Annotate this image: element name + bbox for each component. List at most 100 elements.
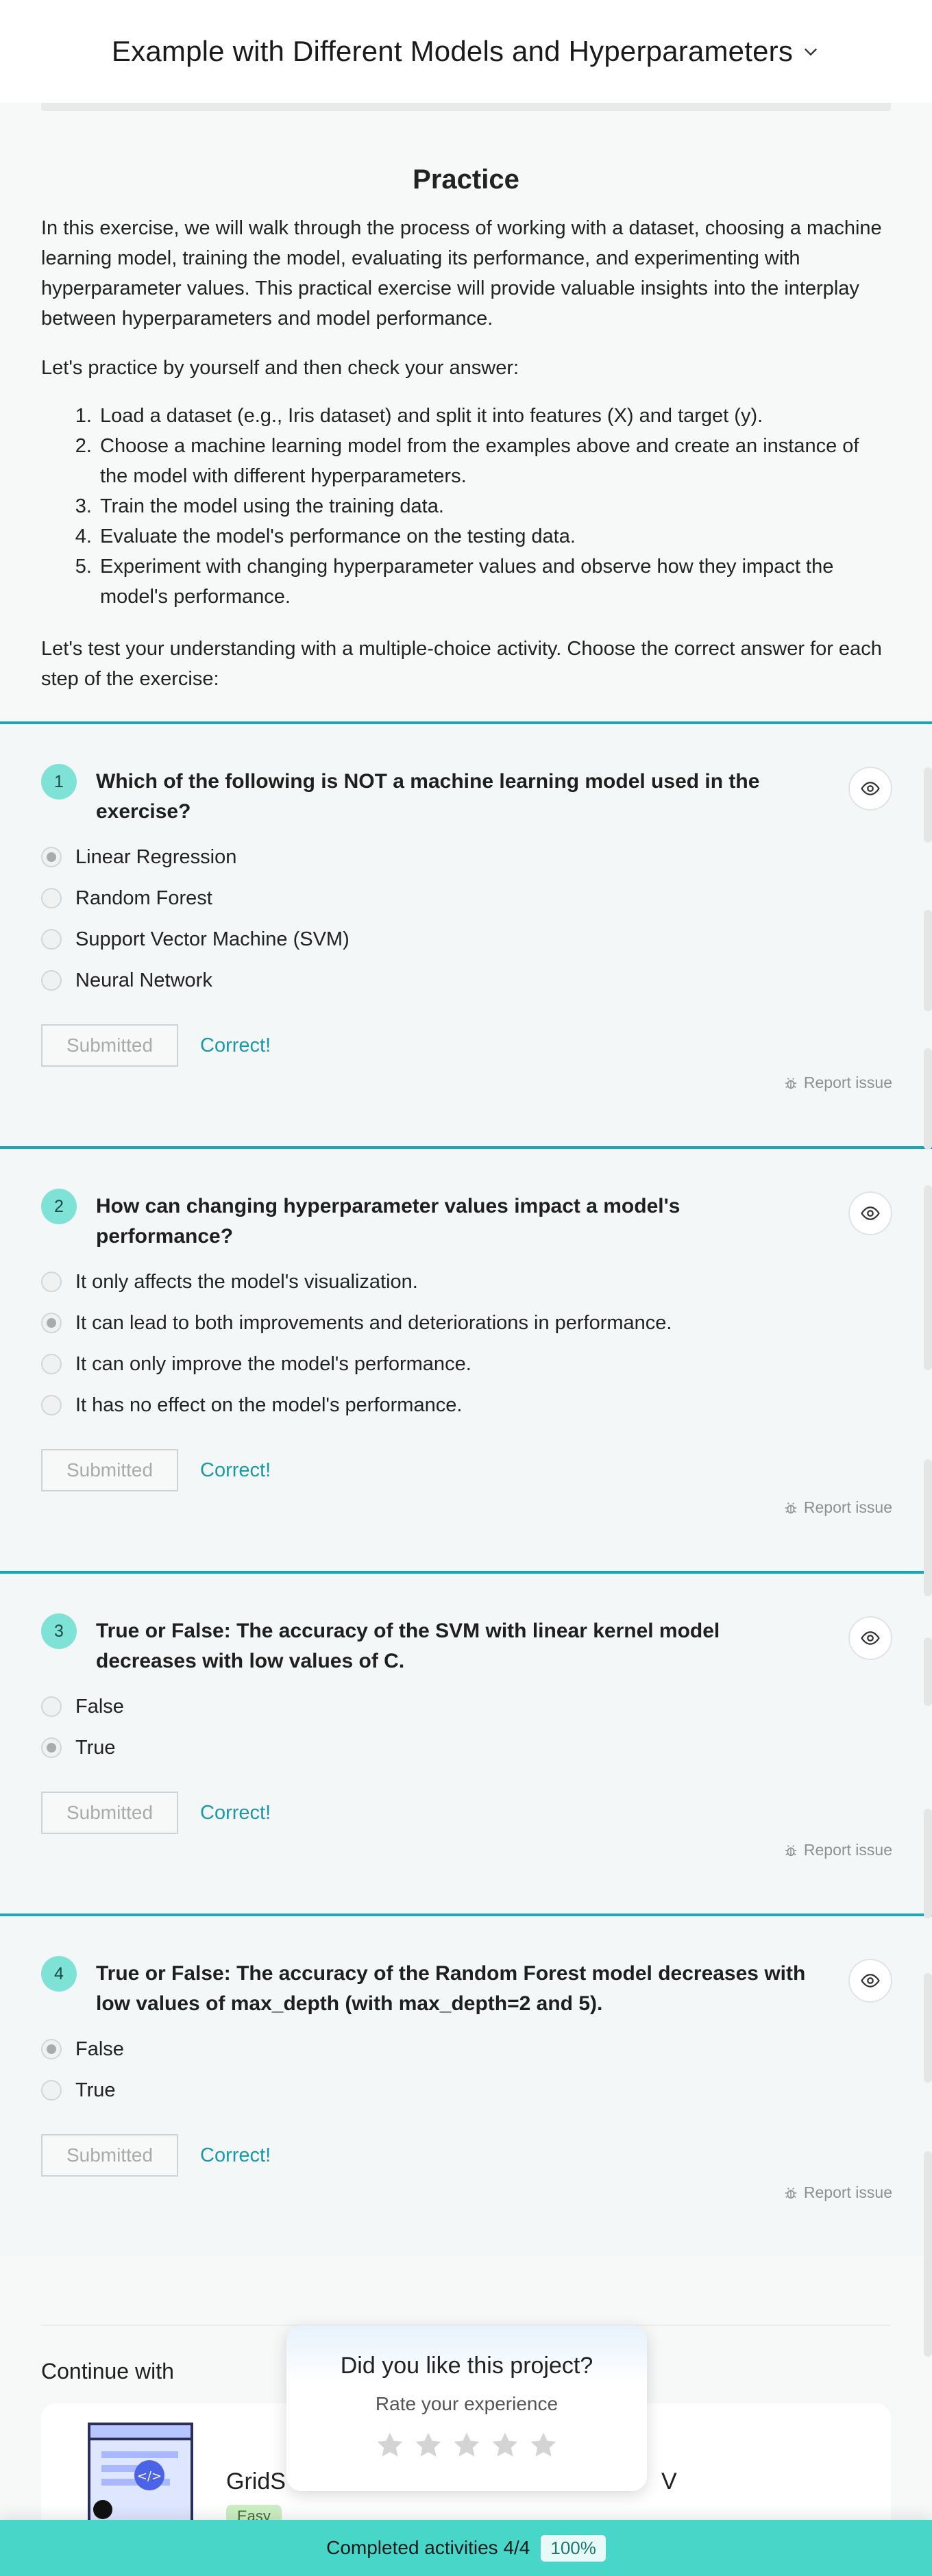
quiz-card-2: 2 How can changing hyperparameter values… xyxy=(0,1146,932,1571)
options-list: False True xyxy=(41,2029,891,2111)
show-answer-button[interactable] xyxy=(848,767,892,810)
option-label: True xyxy=(75,2079,116,2101)
radio-button[interactable] xyxy=(41,847,62,867)
scrollbar[interactable] xyxy=(924,767,932,2357)
quiz-card-3: 3 True or False: The accuracy of the SVM… xyxy=(0,1571,932,1914)
progress-footer: Completed activities 4/4 100% xyxy=(0,2520,932,2576)
top-divider xyxy=(41,103,891,111)
completion-percent-badge: 100% xyxy=(541,2534,606,2562)
show-answer-button[interactable] xyxy=(848,1191,892,1235)
step-item: Load a dataset (e.g., Iris dataset) and … xyxy=(97,401,891,431)
option-row[interactable]: Linear Regression xyxy=(41,837,891,878)
radio-button[interactable] xyxy=(41,888,62,908)
next-project-title-end: V xyxy=(661,2468,677,2494)
step-item: Evaluate the model's performance on the … xyxy=(97,521,891,552)
eye-icon xyxy=(861,1631,880,1645)
chevron-down-icon[interactable] xyxy=(801,42,820,61)
submitted-button[interactable]: Submitted xyxy=(41,1449,178,1491)
option-row[interactable]: It only affects the model's visualizatio… xyxy=(41,1261,891,1302)
report-issue-label: Report issue xyxy=(803,1074,892,1091)
option-label: True xyxy=(75,1736,116,1759)
radio-button[interactable] xyxy=(41,1737,62,1758)
options-list: Linear Regression Random Forest Support … xyxy=(41,837,891,1001)
star-rating xyxy=(286,2430,647,2460)
radio-button[interactable] xyxy=(41,1395,62,1415)
step-item: Train the model using the training data. xyxy=(97,491,891,521)
eye-icon xyxy=(861,1974,880,1987)
option-row[interactable]: False xyxy=(41,1686,891,1727)
option-row[interactable]: Neural Network xyxy=(41,960,891,1001)
option-label: It only affects the model's visualizatio… xyxy=(75,1270,418,1293)
option-row[interactable]: True xyxy=(41,2070,891,2111)
radio-button[interactable] xyxy=(41,1354,62,1374)
practice-section: Practice In this exercise, we will walk … xyxy=(0,111,932,694)
practice-prompt: Let's practice by yourself and then chec… xyxy=(41,357,519,379)
steps-list: Load a dataset (e.g., Iris dataset) and … xyxy=(97,401,891,612)
star-icon[interactable] xyxy=(413,2430,443,2460)
report-issue-label: Report issue xyxy=(803,1498,892,1516)
bug-icon xyxy=(785,1502,797,1513)
option-row[interactable]: It can only improve the model's performa… xyxy=(41,1343,891,1385)
report-issue-link[interactable]: Report issue xyxy=(783,1074,892,1092)
lesson-title: Example with Different Models and Hyperp… xyxy=(111,35,794,67)
bug-icon xyxy=(785,2187,797,2199)
practice-intro: In this exercise, we will walk through t… xyxy=(41,217,882,330)
quiz-card-1: 1 Which of the following is NOT a machin… xyxy=(0,721,932,1146)
quiz-card-4: 4 True or False: The accuracy of the Ran… xyxy=(0,1914,932,2256)
question-number-badge: 2 xyxy=(41,1189,77,1224)
step-item: Choose a machine learning model from the… xyxy=(97,431,891,491)
star-icon[interactable] xyxy=(490,2430,520,2460)
rating-popup: Did you like this project? Rate your exp… xyxy=(286,2325,647,2491)
radio-button[interactable] xyxy=(41,2080,62,2101)
lesson-header: Example with Different Models and Hyperp… xyxy=(0,0,932,103)
radio-button[interactable] xyxy=(41,2039,62,2059)
radio-button[interactable] xyxy=(41,1696,62,1717)
result-text: Correct! xyxy=(200,1034,271,1056)
option-row[interactable]: False xyxy=(41,2029,891,2070)
star-icon[interactable] xyxy=(452,2430,482,2460)
report-issue-label: Report issue xyxy=(803,2183,892,2201)
result-text: Correct! xyxy=(200,1801,271,1824)
submitted-button[interactable]: Submitted xyxy=(41,1024,178,1067)
lesson-content: Practice In this exercise, we will walk … xyxy=(0,103,932,2564)
option-label: It has no effect on the model's performa… xyxy=(75,1394,463,1416)
submitted-button[interactable]: Submitted xyxy=(41,1792,178,1834)
eye-icon xyxy=(861,1206,880,1220)
svg-text:</>: </> xyxy=(137,2469,162,2484)
practice-title: Practice xyxy=(413,164,519,195)
result-text: Correct! xyxy=(200,1459,271,1481)
star-icon[interactable] xyxy=(528,2430,559,2460)
report-issue-link[interactable]: Report issue xyxy=(783,1841,892,1859)
option-label: False xyxy=(75,1695,124,1718)
show-answer-button[interactable] xyxy=(848,1959,892,2003)
report-issue-link[interactable]: Report issue xyxy=(783,2183,892,2202)
option-row[interactable]: Random Forest xyxy=(41,878,891,919)
option-label: Linear Regression xyxy=(75,845,237,868)
option-row[interactable]: Support Vector Machine (SVM) xyxy=(41,919,891,960)
report-issue-label: Report issue xyxy=(803,1841,892,1859)
star-icon[interactable] xyxy=(375,2430,405,2460)
option-label: It can lead to both improvements and det… xyxy=(75,1311,672,1334)
radio-button[interactable] xyxy=(41,970,62,991)
option-label: False xyxy=(75,2038,124,2060)
completed-activities-label: Completed activities 4/4 xyxy=(326,2537,530,2558)
question-text: True or False: The accuracy of the Rando… xyxy=(96,1962,806,2015)
show-answer-button[interactable] xyxy=(848,1616,892,1660)
bug-icon xyxy=(785,1844,797,1856)
option-label: Neural Network xyxy=(75,969,212,991)
option-row[interactable]: It can lead to both improvements and det… xyxy=(41,1302,891,1343)
options-list: It only affects the model's visualizatio… xyxy=(41,1261,891,1426)
option-row[interactable]: It has no effect on the model's performa… xyxy=(41,1385,891,1426)
submitted-button[interactable]: Submitted xyxy=(41,2134,178,2177)
options-list: False True xyxy=(41,1686,891,1768)
rating-subtitle: Rate your experience xyxy=(375,2393,559,2414)
question-text: True or False: The accuracy of the SVM w… xyxy=(96,1620,720,1672)
radio-button[interactable] xyxy=(41,929,62,950)
option-label: Support Vector Machine (SVM) xyxy=(75,928,350,950)
option-row[interactable]: True xyxy=(41,1727,891,1768)
radio-button[interactable] xyxy=(41,1272,62,1292)
radio-button[interactable] xyxy=(41,1313,62,1333)
report-issue-link[interactable]: Report issue xyxy=(783,1498,892,1517)
question-number-badge: 3 xyxy=(41,1613,77,1649)
question-number-badge: 4 xyxy=(41,1956,77,1992)
